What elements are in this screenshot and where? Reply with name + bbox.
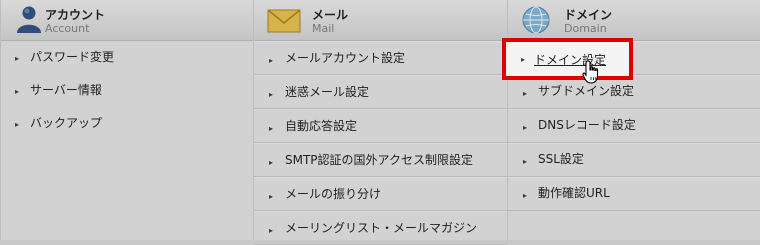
arrow-icon: ▸ — [523, 191, 528, 200]
menu-item-backup[interactable]: ▸ バックアップ — [1, 107, 254, 140]
mail-menu: ▸ メールアカウント設定 ▸ 迷惑メール設定 ▸ 自動応答設定 ▸ SMTP認証の国外ア… — [254, 41, 507, 245]
menu-item-mail-account[interactable]: ▸ メールアカウント設定 — [254, 41, 507, 75]
menu-item-auto-reply[interactable]: ▸ 自動応答設定 — [254, 109, 507, 143]
hand-cursor-icon — [582, 60, 599, 84]
account-panel: アカウント Account ▸ パスワード変更 ▸ サーバー情報 ▸ バックアップ — [0, 0, 254, 240]
menu-item-smtp-restriction[interactable]: ▸ SMTP認証の国外アクセス制限設定 — [254, 143, 507, 177]
account-title: アカウント — [45, 8, 106, 22]
mail-title: メール — [312, 8, 349, 22]
mail-header: メール Mail — [254, 0, 507, 41]
domain-panel: ドメイン Domain ▸ ▸サブドメイン設定 ▸DNSレコード設定 ▸SSL設… — [507, 0, 760, 240]
envelope-icon — [267, 9, 301, 33]
arrow-icon: ▸ — [15, 120, 20, 129]
arrow-icon: ▸ — [523, 123, 528, 132]
arrow-icon: ▸ — [269, 192, 274, 201]
arrow-icon: ▸ — [523, 157, 528, 166]
arrow-icon: ▸ — [269, 90, 274, 99]
arrow-icon: ▸ — [523, 89, 528, 98]
arrow-icon: ▸ — [269, 56, 274, 65]
menu-item-spam-settings[interactable]: ▸ 迷惑メール設定 — [254, 75, 507, 109]
menu-item-dns-record[interactable]: ▸ DNSレコード設定 — [508, 109, 760, 143]
domain-title: ドメイン — [564, 8, 613, 22]
menu-item-subdomain-settings[interactable]: ▸ サブドメイン設定 — [508, 75, 760, 109]
menu-item-server-info[interactable]: ▸ サーバー情報 — [1, 74, 254, 107]
domain-subtitle: Domain — [564, 22, 607, 35]
arrow-icon: ▸ — [269, 124, 274, 133]
domain-header: ドメイン Domain — [508, 0, 760, 41]
menu-item-ssl-settings[interactable]: ▸ SSL設定 — [508, 143, 760, 177]
mail-panel: メール Mail ▸ メールアカウント設定 ▸ 迷惑メール設定 ▸ 自動応答設定 ▸ S… — [253, 0, 507, 245]
menu-item-test-url[interactable]: ▸ 動作確認URL — [508, 177, 760, 211]
arrow-icon: ▸ — [269, 158, 274, 167]
arrow-icon: ▸ — [269, 226, 274, 235]
account-header: アカウント Account — [1, 0, 254, 41]
menu-item-mail-filter[interactable]: ▸ メールの振り分け — [254, 177, 507, 211]
arrow-icon: ▸ — [15, 54, 20, 63]
menu-item-password-change[interactable]: ▸ パスワード変更 — [1, 41, 254, 74]
arrow-icon: ▸ — [15, 87, 20, 96]
account-menu: ▸ パスワード変更 ▸ サーバー情報 ▸ バックアップ — [1, 41, 254, 140]
user-icon — [17, 6, 41, 33]
mail-subtitle: Mail — [312, 22, 335, 35]
arrow-icon: ▸ — [521, 55, 526, 64]
account-subtitle: Account — [45, 22, 90, 35]
globe-icon — [522, 6, 550, 34]
